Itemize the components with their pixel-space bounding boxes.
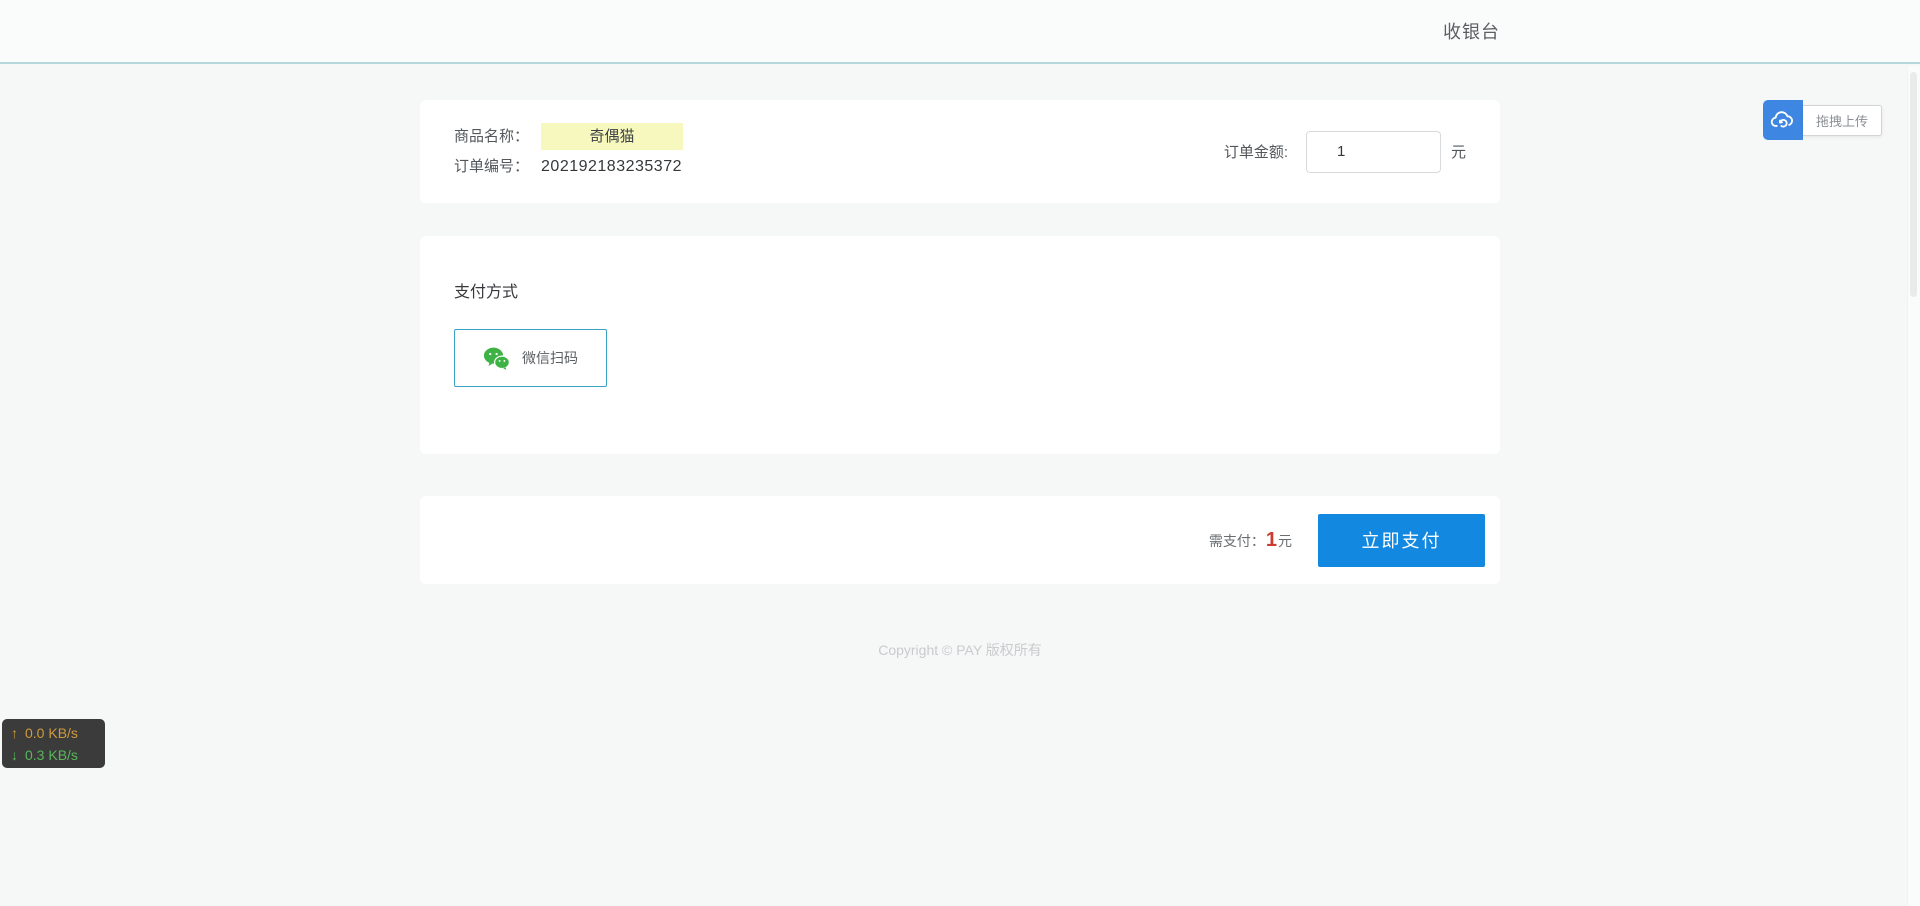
wechat-icon (483, 347, 510, 370)
payment-method-card: 支付方式 微信扫码 (420, 236, 1500, 454)
order-info-card: 商品名称： 奇偶猫 订单编号： 202192183235372 订单金额: 元 (420, 100, 1500, 203)
scrollbar[interactable] (1907, 66, 1920, 906)
checkout-card: 需支付： 1 元 立即支付 (420, 496, 1500, 584)
due-label: 需支付： (1209, 531, 1265, 551)
drag-upload-label[interactable]: 拖拽上传 (1803, 105, 1882, 136)
amount-input[interactable] (1306, 131, 1441, 173)
upload-speed-row: ↑ 0.0 KB/s (11, 722, 105, 744)
down-arrow-icon: ↓ (11, 744, 25, 766)
pay-now-button[interactable]: 立即支付 (1318, 514, 1485, 567)
download-speed-value: 0.3 KB/s (25, 744, 78, 766)
order-amount-group: 订单金额: 元 (1224, 131, 1466, 173)
payment-section-title: 支付方式 (454, 278, 1466, 302)
upload-speed-value: 0.0 KB/s (25, 722, 78, 744)
download-speed-row: ↓ 0.3 KB/s (11, 744, 105, 766)
amount-unit: 元 (1451, 141, 1466, 162)
order-no-value: 202192183235372 (541, 152, 682, 182)
due-amount-value: 1 (1266, 529, 1277, 552)
scrollbar-thumb[interactable] (1910, 72, 1917, 297)
cashier-title: 收银台 (1443, 18, 1500, 44)
product-name-value: 奇偶猫 (541, 123, 683, 150)
due-amount-group: 需支付： 1 元 (1209, 529, 1292, 552)
drag-upload-widget[interactable]: 拖拽上传 (1763, 100, 1882, 140)
net-speed-widget: ↑ 0.0 KB/s ↓ 0.3 KB/s (2, 719, 105, 768)
amount-label: 订单金额: (1224, 141, 1288, 162)
wechat-pay-option[interactable]: 微信扫码 (454, 329, 607, 387)
wechat-pay-label: 微信扫码 (522, 348, 578, 368)
due-unit: 元 (1278, 531, 1292, 551)
copyright-text: Copyright © PAY 版权所有 (420, 640, 1500, 660)
product-name-label: 商品名称： (454, 122, 529, 152)
order-no-label: 订单编号： (454, 152, 529, 182)
order-no-row: 订单编号： 202192183235372 (454, 152, 683, 182)
main-container: 商品名称： 奇偶猫 订单编号： 202192183235372 订单金额: 元 … (420, 100, 1500, 660)
product-name-row: 商品名称： 奇偶猫 (454, 122, 683, 152)
up-arrow-icon: ↑ (11, 722, 25, 744)
cloud-upload-icon[interactable] (1763, 100, 1803, 140)
header: 收银台 (0, 0, 1920, 64)
